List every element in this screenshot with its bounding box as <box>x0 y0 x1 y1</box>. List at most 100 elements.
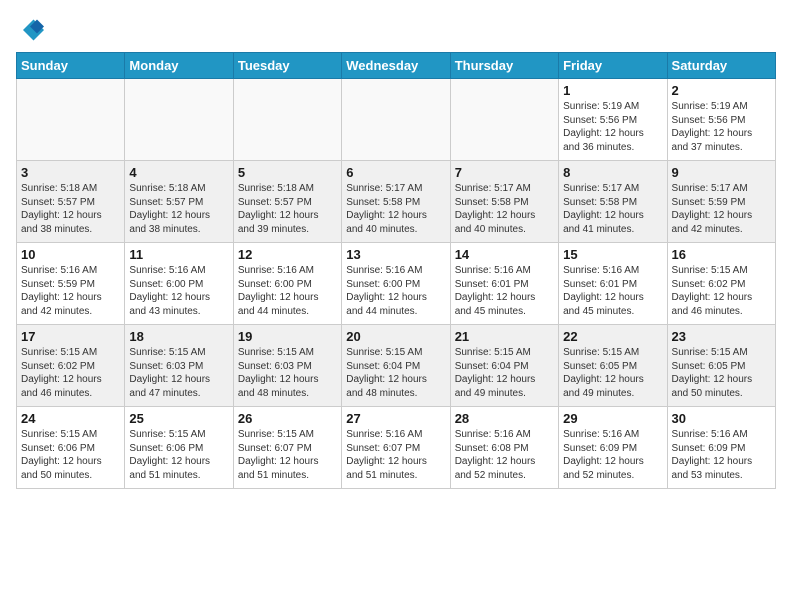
day-info: Sunrise: 5:16 AM Sunset: 6:08 PM Dayligh… <box>455 428 554 482</box>
day-info: Sunrise: 5:15 AM Sunset: 6:05 PM Dayligh… <box>672 346 771 400</box>
day-info: Sunrise: 5:15 AM Sunset: 6:04 PM Dayligh… <box>455 346 554 400</box>
calendar-cell: 20Sunrise: 5:15 AM Sunset: 6:04 PM Dayli… <box>342 325 450 407</box>
day-number: 19 <box>238 329 337 344</box>
day-number: 8 <box>563 165 662 180</box>
day-number: 25 <box>129 411 228 426</box>
weekday-header: Friday <box>559 53 667 79</box>
day-number: 21 <box>455 329 554 344</box>
day-number: 27 <box>346 411 445 426</box>
calendar-cell: 6 Sunrise: 5:17 AM Sunset: 5:58 PM Daylig… <box>342 161 450 243</box>
weekday-header: Monday <box>125 53 233 79</box>
weekday-header: Wednesday <box>342 53 450 79</box>
day-number: 22 <box>563 329 662 344</box>
day-info: Sunrise: 5:16 AM Sunset: 6:07 PM Dayligh… <box>346 428 445 482</box>
day-number: 16 <box>672 247 771 262</box>
calendar-cell: 14 Sunrise: 5:16 AM Sunset: 6:01 PM Dayli… <box>450 243 558 325</box>
calendar-cell: 22 Sunrise: 5:15 AM Sunset: 6:05 PM Dayli… <box>559 325 667 407</box>
day-info: Sunrise: 5:16 AM Sunset: 6:00 PM Dayligh… <box>238 264 337 318</box>
day-number: 10 <box>21 247 120 262</box>
day-info: Sunrise: 5:15 AM Sunset: 6:06 PM Dayligh… <box>129 428 228 482</box>
day-number: 1 <box>563 83 662 98</box>
weekday-header: Sunday <box>17 53 125 79</box>
day-info: Sunrise: 5:18 AM Sunset: 5:57 PM Dayligh… <box>21 182 120 236</box>
calendar-cell: 7 Sunrise: 5:17 AM Sunset: 5:58 PM Daylig… <box>450 161 558 243</box>
day-number: 18 <box>129 329 228 344</box>
day-number: 12 <box>238 247 337 262</box>
day-info: Sunrise: 5:15 AM Sunset: 6:04 PM Dayligh… <box>346 346 445 400</box>
day-info: Sunrise: 5:15 AM Sunset: 6:07 PM Dayligh… <box>238 428 337 482</box>
calendar-cell: 25 Sunrise: 5:15 AM Sunset: 6:06 PM Dayli… <box>125 407 233 489</box>
calendar-cell: 29 Sunrise: 5:16 AM Sunset: 6:09 PM Dayli… <box>559 407 667 489</box>
calendar-cell: 27 Sunrise: 5:16 AM Sunset: 6:07 PM Dayli… <box>342 407 450 489</box>
calendar-cell <box>125 79 233 161</box>
calendar-week-row: 1 Sunrise: 5:19 AM Sunset: 5:56 PM Daylig… <box>17 79 776 161</box>
calendar-cell: 15 Sunrise: 5:16 AM Sunset: 6:01 PM Dayli… <box>559 243 667 325</box>
day-number: 7 <box>455 165 554 180</box>
day-info: Sunrise: 5:15 AM Sunset: 6:06 PM Dayligh… <box>21 428 120 482</box>
day-number: 23 <box>672 329 771 344</box>
day-info: Sunrise: 5:17 AM Sunset: 5:59 PM Dayligh… <box>672 182 771 236</box>
calendar-week-row: 10 Sunrise: 5:16 AM Sunset: 5:59 PM Dayli… <box>17 243 776 325</box>
day-info: Sunrise: 5:15 AM Sunset: 6:02 PM Dayligh… <box>21 346 120 400</box>
calendar-cell: 18 Sunrise: 5:15 AM Sunset: 6:03 PM Dayli… <box>125 325 233 407</box>
calendar-week-row: 24 Sunrise: 5:15 AM Sunset: 6:06 PM Dayli… <box>17 407 776 489</box>
calendar-cell: 2Sunrise: 5:19 AM Sunset: 5:56 PM Daylig… <box>667 79 775 161</box>
weekday-header-row: SundayMondayTuesdayWednesdayThursdayFrid… <box>17 53 776 79</box>
day-number: 6 <box>346 165 445 180</box>
calendar-cell: 28 Sunrise: 5:16 AM Sunset: 6:08 PM Dayli… <box>450 407 558 489</box>
day-number: 30 <box>672 411 771 426</box>
day-info: Sunrise: 5:16 AM Sunset: 6:01 PM Dayligh… <box>563 264 662 318</box>
calendar-cell: 8Sunrise: 5:17 AM Sunset: 5:58 PM Daylig… <box>559 161 667 243</box>
calendar-cell <box>233 79 341 161</box>
calendar-cell: 1 Sunrise: 5:19 AM Sunset: 5:56 PM Daylig… <box>559 79 667 161</box>
page-header <box>16 16 776 44</box>
day-number: 24 <box>21 411 120 426</box>
day-number: 15 <box>563 247 662 262</box>
calendar-cell: 17 Sunrise: 5:15 AM Sunset: 6:02 PM Dayli… <box>17 325 125 407</box>
logo <box>16 16 48 44</box>
day-number: 29 <box>563 411 662 426</box>
day-number: 13 <box>346 247 445 262</box>
day-info: Sunrise: 5:17 AM Sunset: 5:58 PM Dayligh… <box>455 182 554 236</box>
calendar-cell: 30 Sunrise: 5:16 AM Sunset: 6:09 PM Dayli… <box>667 407 775 489</box>
day-number: 28 <box>455 411 554 426</box>
calendar-cell: 10 Sunrise: 5:16 AM Sunset: 5:59 PM Dayli… <box>17 243 125 325</box>
calendar-table: SundayMondayTuesdayWednesdayThursdayFrid… <box>16 52 776 489</box>
weekday-header: Saturday <box>667 53 775 79</box>
calendar-cell: 9 Sunrise: 5:17 AM Sunset: 5:59 PM Daylig… <box>667 161 775 243</box>
calendar-cell: 19Sunrise: 5:15 AM Sunset: 6:03 PM Dayli… <box>233 325 341 407</box>
calendar-cell: 13 Sunrise: 5:16 AM Sunset: 6:00 PM Dayli… <box>342 243 450 325</box>
day-number: 9 <box>672 165 771 180</box>
day-info: Sunrise: 5:19 AM Sunset: 5:56 PM Dayligh… <box>563 100 662 154</box>
day-info: Sunrise: 5:19 AM Sunset: 5:56 PM Dayligh… <box>672 100 771 154</box>
logo-icon <box>16 16 44 44</box>
day-info: Sunrise: 5:15 AM Sunset: 6:03 PM Dayligh… <box>129 346 228 400</box>
weekday-header: Tuesday <box>233 53 341 79</box>
calendar-cell <box>450 79 558 161</box>
calendar-week-row: 17 Sunrise: 5:15 AM Sunset: 6:02 PM Dayli… <box>17 325 776 407</box>
day-info: Sunrise: 5:16 AM Sunset: 5:59 PM Dayligh… <box>21 264 120 318</box>
calendar-cell: 21 Sunrise: 5:15 AM Sunset: 6:04 PM Dayli… <box>450 325 558 407</box>
day-number: 3 <box>21 165 120 180</box>
calendar-cell: 23 Sunrise: 5:15 AM Sunset: 6:05 PM Dayli… <box>667 325 775 407</box>
day-info: Sunrise: 5:16 AM Sunset: 6:01 PM Dayligh… <box>455 264 554 318</box>
day-info: Sunrise: 5:16 AM Sunset: 6:09 PM Dayligh… <box>672 428 771 482</box>
day-info: Sunrise: 5:18 AM Sunset: 5:57 PM Dayligh… <box>238 182 337 236</box>
day-number: 17 <box>21 329 120 344</box>
day-info: Sunrise: 5:18 AM Sunset: 5:57 PM Dayligh… <box>129 182 228 236</box>
calendar-cell: 26 Sunrise: 5:15 AM Sunset: 6:07 PM Dayli… <box>233 407 341 489</box>
calendar-cell <box>342 79 450 161</box>
day-number: 14 <box>455 247 554 262</box>
day-info: Sunrise: 5:17 AM Sunset: 5:58 PM Dayligh… <box>346 182 445 236</box>
day-info: Sunrise: 5:16 AM Sunset: 6:09 PM Dayligh… <box>563 428 662 482</box>
calendar-cell: 11Sunrise: 5:16 AM Sunset: 6:00 PM Dayli… <box>125 243 233 325</box>
day-number: 5 <box>238 165 337 180</box>
calendar-cell <box>17 79 125 161</box>
day-number: 11 <box>129 247 228 262</box>
day-number: 26 <box>238 411 337 426</box>
day-info: Sunrise: 5:16 AM Sunset: 6:00 PM Dayligh… <box>346 264 445 318</box>
day-info: Sunrise: 5:15 AM Sunset: 6:05 PM Dayligh… <box>563 346 662 400</box>
weekday-header: Thursday <box>450 53 558 79</box>
calendar-cell: 5 Sunrise: 5:18 AM Sunset: 5:57 PM Daylig… <box>233 161 341 243</box>
calendar-cell: 12 Sunrise: 5:16 AM Sunset: 6:00 PM Dayli… <box>233 243 341 325</box>
